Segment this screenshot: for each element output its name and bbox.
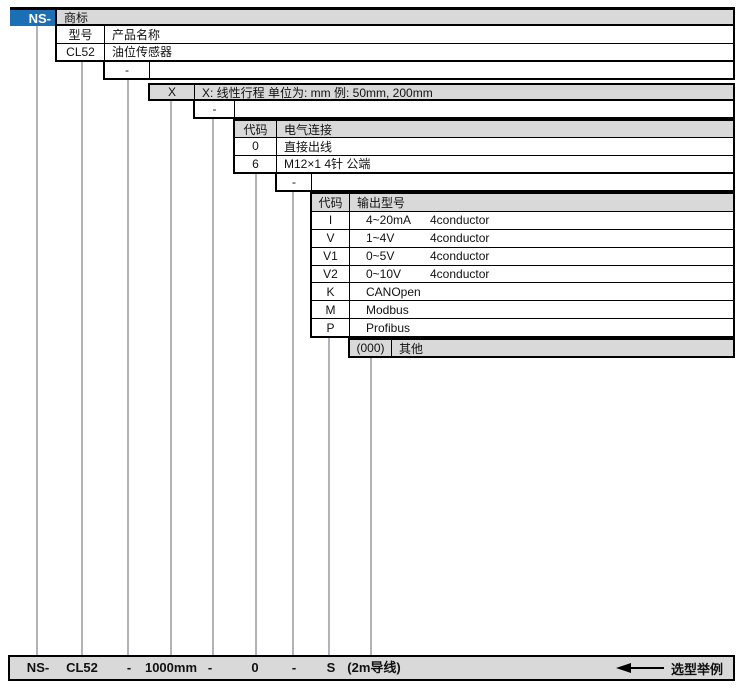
output-label: Profibus — [350, 319, 733, 336]
output-label: 1~4V4conductor — [350, 230, 733, 247]
electrical-label: 直接出线 — [277, 138, 733, 154]
output-signal: 0~5V — [366, 249, 430, 263]
connector-line — [81, 62, 83, 655]
model-name: 油位传感器 — [105, 44, 733, 61]
output-header-label: 输出型号 — [350, 194, 733, 211]
stroke-desc: X: 线性行程 单位为: mm 例: 50mm, 200mm — [195, 85, 733, 99]
brand-box: NS- — [10, 8, 55, 26]
arrow-tail — [631, 667, 664, 669]
electrical-code: 6 — [235, 156, 277, 172]
example-bar: NS- CL52 - 1000mm - 0 - S (2m导线) 选型举例 — [8, 655, 735, 681]
electrical-table: 代码 电气连接 0 直接出线 6 M12×1 4针 公端 — [233, 119, 735, 174]
other-row: (000) 其他 — [348, 338, 735, 358]
trademark-label: 商标 — [57, 10, 733, 24]
connector-line — [255, 174, 257, 655]
dash-row-1: - — [103, 60, 735, 80]
example-token: (2m导线) — [347, 657, 400, 679]
output-suffix: 4conductor — [430, 231, 489, 245]
table-row: CL52 油位传感器 — [57, 44, 733, 61]
table-row: P Profibus — [312, 319, 733, 336]
output-signal: Profibus — [366, 321, 430, 335]
example-pointer: 选型举例 — [616, 657, 723, 679]
output-signal: CANOpen — [366, 285, 430, 299]
connector-line — [292, 192, 294, 655]
other-label: 其他 — [392, 340, 733, 356]
table-row: V 1~4V4conductor — [312, 230, 733, 248]
electrical-header-label: 电气连接 — [277, 121, 733, 137]
table-row: V1 0~5V4conductor — [312, 248, 733, 266]
output-suffix: 4conductor — [430, 267, 489, 281]
example-token: 1000mm — [145, 657, 197, 679]
dash-row-3: - — [275, 172, 735, 192]
left-arrow-icon — [616, 663, 631, 673]
electrical-label: M12×1 4针 公端 — [277, 156, 733, 172]
output-label: Modbus — [350, 301, 733, 318]
output-label: 0~5V4conductor — [350, 248, 733, 265]
other-code: (000) — [350, 340, 392, 356]
dash-cell: - — [195, 101, 235, 117]
table-row: K CANOpen — [312, 283, 733, 301]
output-code: M — [312, 301, 350, 318]
output-label: 4~20mA4conductor — [350, 212, 733, 229]
example-token: - — [127, 657, 131, 679]
connector-line — [170, 101, 172, 655]
dash-cell: - — [105, 62, 150, 78]
example-token: NS- — [27, 657, 49, 679]
output-header-code: 代码 — [312, 194, 350, 211]
example-note: 选型举例 — [671, 659, 723, 678]
empty-cell — [235, 101, 733, 117]
model-header-code: 型号 — [57, 26, 105, 43]
dash-row-2: - — [193, 99, 735, 119]
example-token: CL52 — [66, 657, 98, 679]
table-row: 6 M12×1 4针 公端 — [235, 156, 733, 172]
output-table: 代码 输出型号 I 4~20mA4conductor V 1~4V4conduc… — [310, 192, 735, 338]
electrical-header-code: 代码 — [235, 121, 277, 137]
table-row: V2 0~10V4conductor — [312, 266, 733, 284]
dash-cell: - — [277, 174, 312, 190]
example-token: - — [292, 657, 296, 679]
example-token: 0 — [251, 657, 258, 679]
output-suffix: 4conductor — [430, 213, 489, 227]
output-suffix: 4conductor — [430, 249, 489, 263]
output-code: P — [312, 319, 350, 336]
output-label: CANOpen — [350, 283, 733, 300]
output-signal: 0~10V — [366, 267, 430, 281]
output-code: I — [312, 212, 350, 229]
model-table: 型号 产品名称 CL52 油位传感器 — [55, 24, 735, 62]
output-code: V2 — [312, 266, 350, 283]
model-header-name: 产品名称 — [105, 26, 733, 43]
connector-line — [36, 26, 38, 655]
ordering-guide-diagram: NS- 商标 型号 产品名称 CL52 油位传感器 - X X: 线性行程 单位… — [0, 0, 742, 690]
output-signal: 4~20mA — [366, 213, 430, 227]
connector-line — [370, 358, 372, 655]
stroke-code: X — [150, 85, 195, 99]
output-label: 0~10V4conductor — [350, 266, 733, 283]
model-code: CL52 — [57, 44, 105, 61]
table-row: I 4~20mA4conductor — [312, 212, 733, 230]
table-row: M Modbus — [312, 301, 733, 319]
example-token: S — [327, 657, 336, 679]
output-code: V — [312, 230, 350, 247]
table-row: 型号 产品名称 — [57, 26, 733, 44]
connector-line — [212, 119, 214, 655]
example-token: - — [208, 657, 212, 679]
empty-cell — [312, 174, 733, 190]
connector-line — [328, 338, 330, 655]
output-signal: 1~4V — [366, 231, 430, 245]
table-header-row: 代码 输出型号 — [312, 194, 733, 212]
output-code: K — [312, 283, 350, 300]
electrical-code: 0 — [235, 138, 277, 154]
table-header-row: 代码 电气连接 — [235, 121, 733, 138]
connector-line — [127, 80, 129, 655]
output-code: V1 — [312, 248, 350, 265]
output-signal: Modbus — [366, 303, 430, 317]
table-row: 0 直接出线 — [235, 138, 733, 155]
empty-cell — [150, 62, 733, 78]
